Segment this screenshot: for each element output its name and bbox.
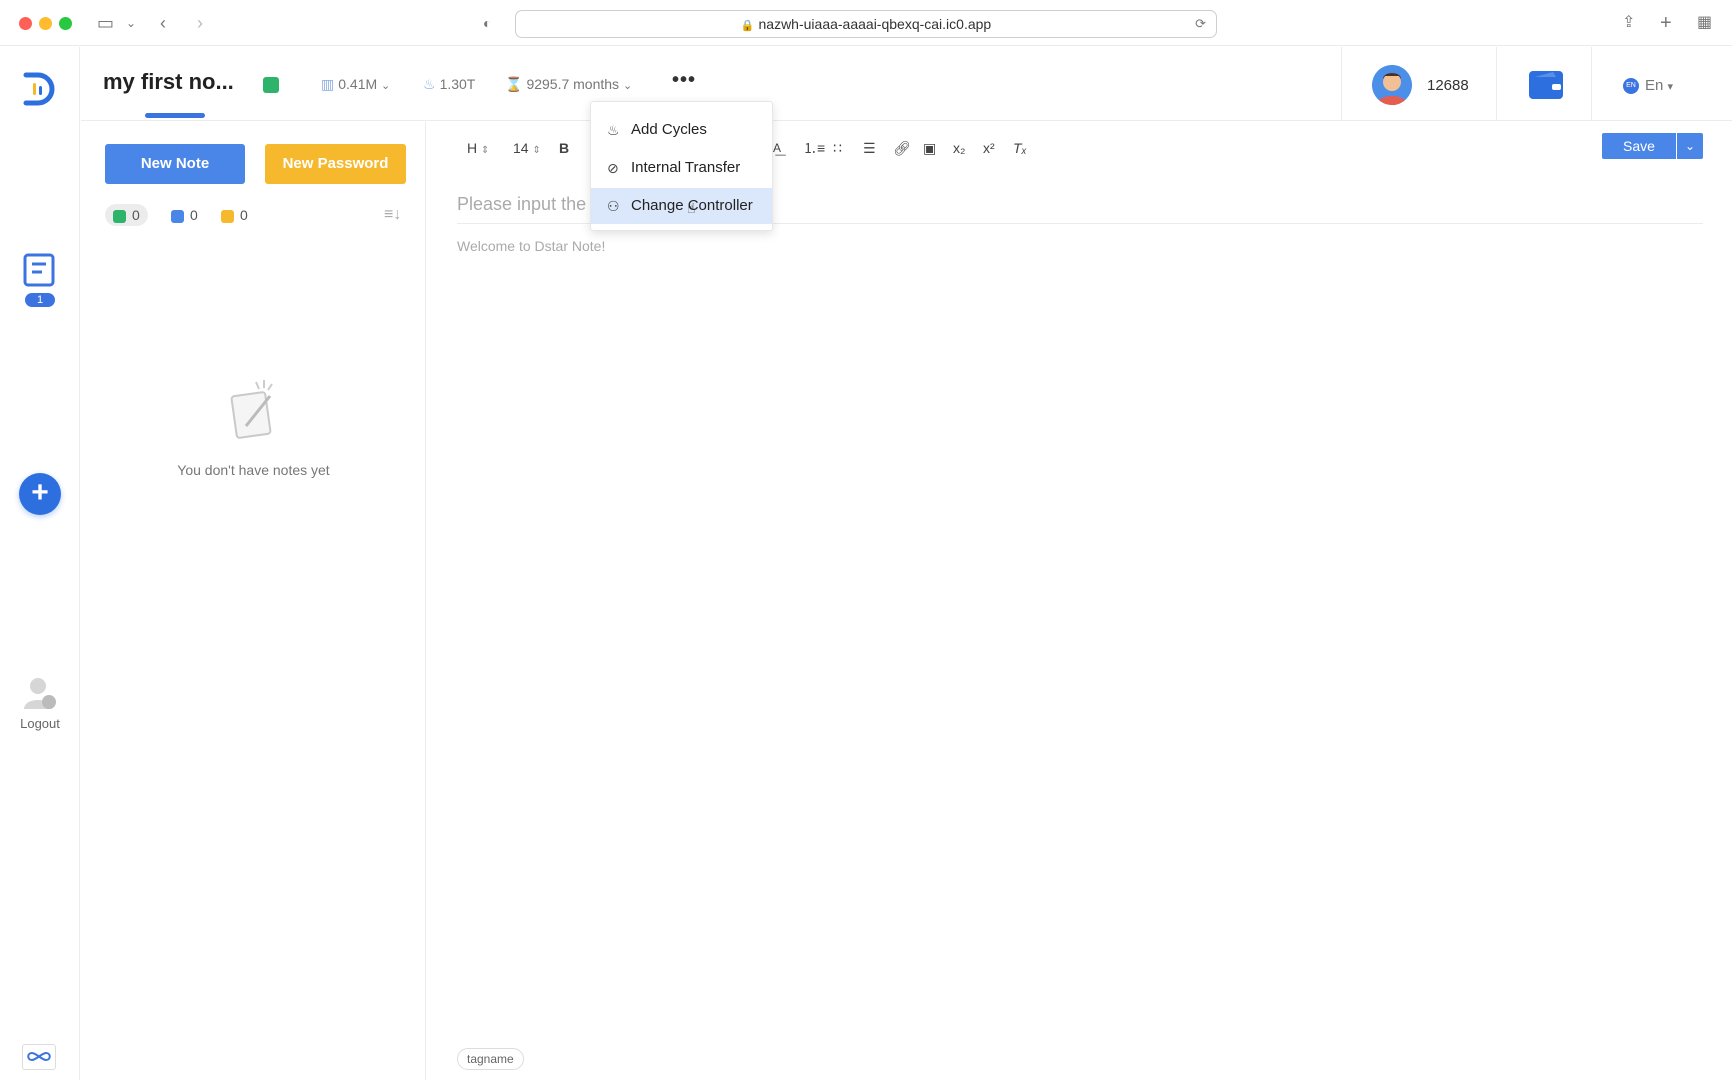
font-size-select[interactable]: 14 ⇕ [513,136,541,163]
superscript-icon[interactable]: x² [983,136,995,160]
avatar[interactable] [1372,65,1412,105]
more-options-button[interactable]: ••• [672,69,696,92]
transfer-icon: ⊘ [607,160,619,176]
logout-user-icon [24,678,56,709]
updown-icon: ⇕ [481,145,490,156]
menu-item-change-controller[interactable]: ⚇ Change Controller [591,188,772,224]
save-button[interactable]: Save [1602,133,1676,159]
chevron-down-icon[interactable]: ⌄ [126,12,136,34]
maximize-window-button[interactable] [59,17,72,30]
add-button[interactable]: + [19,473,61,515]
subscript-icon[interactable]: x₂ [953,136,965,160]
forward-icon[interactable]: › [197,12,203,34]
hourglass-icon: ⌛ [505,76,523,92]
clear-format-icon[interactable]: Tₓ [1013,136,1027,160]
pointer-cursor-icon: ☝ [687,200,696,216]
image-icon[interactable]: ▣ [923,136,936,160]
note-title[interactable]: my first no... [103,69,234,95]
duration-stat[interactable]: ⌛ 9295.7 months ⌄ [505,76,632,93]
menu-item-add-cycles[interactable]: ♨ Add Cycles [591,112,772,148]
notes-icon [23,253,55,287]
more-options-menu: ♨ Add Cycles ⊘ Internal Transfer ⚇ Change C… [590,101,773,231]
note-type-counters: 0 0 0 [105,204,405,226]
document-icon [171,209,184,223]
header-divider [1341,47,1342,121]
text-color-icon[interactable]: A͟ [773,136,781,160]
chevron-down-icon: ⌄ [381,80,391,92]
share-icon[interactable]: ⇪ [1622,12,1635,34]
tab-overview-icon[interactable]: ▦ [1697,12,1712,34]
balance-value: 12688 [1427,77,1469,94]
notes-count-badge: 1 [25,293,55,307]
sidebar-toggle-icon[interactable]: ▭ [97,12,114,34]
editor-body[interactable]: Welcome to Dstar Note! [457,238,605,254]
bullet-list-icon[interactable]: ∷ [833,136,842,160]
reload-icon[interactable]: ⟳ [1195,11,1206,37]
app-header: my first no... ▥ 0.41M ⌄ ♨ 1.30T ⌛ 9295.7 m… [81,47,1732,121]
filter-tab-all[interactable]: 0 [105,204,148,226]
flame-icon: ♨ [607,122,620,138]
browser-toolbar: ▭ ⌄ ‹ › ◐ 🔒 nazwh-uiaaa-aaaai-qbexq-cai.i… [0,0,1732,46]
header-divider [1496,47,1497,121]
left-rail: 1 + Logout [0,47,80,1080]
chevron-down-icon: ▾ [1667,81,1674,93]
updown-icon: ⇕ [532,145,541,156]
close-window-button[interactable] [19,17,32,30]
internet-computer-logo-icon [22,1044,56,1070]
align-icon[interactable]: ☰ [863,136,876,160]
tag-chip[interactable]: tagname [457,1048,524,1070]
chevron-down-icon: ⌄ [622,80,633,92]
shield-icon[interactable]: ◐ [483,12,491,34]
new-password-button[interactable]: New Password [265,144,406,184]
logout-button[interactable]: Logout [10,675,70,731]
minimize-window-button[interactable] [39,17,52,30]
app-logo-icon[interactable] [20,69,56,109]
lock-icon: 🔒 [740,20,755,32]
sidebar-item-notes[interactable]: 1 [22,251,58,311]
link-icon[interactable]: 🔗︎ [893,136,911,160]
active-tab-indicator [145,113,205,118]
new-tab-icon[interactable]: + [1660,12,1672,34]
key-icon [221,209,234,223]
new-note-button[interactable]: New Note [105,144,245,184]
editor-panel: H ⇕ 14 ⇕ B A͟ ⒈≡ ∷ ☰ 🔗︎ ▣ x₂ x² Tₓ Save … [427,122,1732,1080]
grid-icon [113,209,126,223]
certified-icon [263,77,279,93]
bold-button[interactable]: B [559,136,569,160]
ordered-list-icon[interactable]: ⒈≡ [803,136,825,160]
logout-label: Logout [20,716,60,731]
url-text: nazwh-uiaaa-aaaai-qbexq-cai.ic0.app [758,16,992,32]
empty-state-text: You don't have notes yet [177,462,330,478]
language-globe-icon: EN [1623,78,1639,95]
sort-icon[interactable]: ≡↓ [384,206,401,224]
header-divider [1591,47,1592,121]
heading-select[interactable]: H ⇕ [467,136,489,163]
wallet-icon[interactable] [1529,71,1563,99]
notes-list-panel: New Note New Password 0 0 0 ≡↓ You don't… [81,122,426,1080]
language-selector[interactable]: EN En ▾ [1623,77,1674,95]
database-icon: ▥ [321,76,335,92]
user-avatar-icon [1372,65,1412,105]
save-options-chevron-icon[interactable]: ⌄ [1677,133,1703,159]
back-icon[interactable]: ‹ [160,12,166,34]
filter-tab-passwords[interactable]: 0 [217,204,252,226]
address-bar[interactable]: 🔒 nazwh-uiaaa-aaaai-qbexq-cai.ic0.app ⟳ [515,10,1217,38]
flame-icon: ♨ [423,76,436,92]
menu-item-internal-transfer[interactable]: ⊘ Internal Transfer [591,150,772,186]
storage-stat[interactable]: ▥ 0.41M ⌄ [321,76,390,93]
cycles-stat: ♨ 1.30T [423,76,476,92]
filter-tab-notes[interactable]: 0 [167,204,202,226]
empty-notes-icon [230,380,273,439]
user-switch-icon: ⚇ [607,198,620,214]
